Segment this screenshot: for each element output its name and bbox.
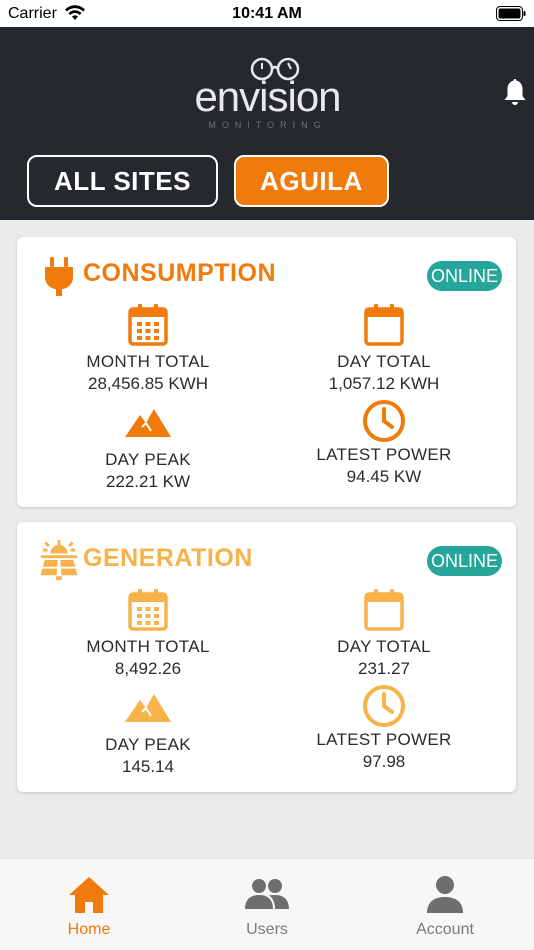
mountain-icon <box>125 694 171 722</box>
status-badge: ONLINE <box>427 261 502 291</box>
plug-icon <box>45 257 73 296</box>
status-bar: Carrier 10:41 AM <box>0 0 534 27</box>
logo-wordmark: envision <box>194 73 341 120</box>
latest-power-metric: LATEST POWER 94.45 KW <box>274 399 494 488</box>
calendar-icon <box>364 589 404 631</box>
tab-users[interactable]: Users <box>178 859 356 950</box>
month-total-metric: MONTH TOTAL 8,492.26 <box>38 588 258 680</box>
consumption-title: CONSUMPTION <box>83 259 276 287</box>
metric-value: 1,057.12 KWH <box>328 374 440 393</box>
tab-aguila[interactable]: AGUILA <box>234 155 389 207</box>
metric-value: 222.21 KW <box>105 472 191 491</box>
app-header: envision MONITORING ALL SITES AGUILA <box>0 27 534 220</box>
metric-label: MONTH TOTAL <box>86 637 210 656</box>
day-total-metric: DAY TOTAL 1,057.12 KWH <box>274 303 494 395</box>
consumption-card[interactable]: CONSUMPTION ONLINE MONTH TOTAL 28,456.85… <box>17 237 516 507</box>
tab-account[interactable]: Account <box>356 859 534 950</box>
tab-label: Users <box>246 921 288 938</box>
solar-panel-icon <box>40 540 78 581</box>
clock-icon <box>363 685 405 727</box>
metric-value: 231.27 <box>358 659 410 678</box>
bottom-tab-bar: Home Users Account <box>0 858 534 950</box>
metric-value: 145.14 <box>122 757 174 776</box>
metric-value: 94.45 KW <box>346 467 422 486</box>
metric-label: MONTH TOTAL <box>86 352 210 371</box>
generation-card[interactable]: GENERATION ONLINE MONTH TOTAL 8,492.26 D… <box>17 522 516 792</box>
home-icon <box>69 877 109 913</box>
latest-power-metric: LATEST POWER 97.98 <box>274 684 494 773</box>
metric-value: 97.98 <box>362 752 406 771</box>
metric-label: DAY PEAK <box>105 735 191 754</box>
clock-icon <box>363 400 405 442</box>
users-icon <box>245 879 289 909</box>
day-peak-metric: DAY PEAK 222.21 KW <box>38 405 258 493</box>
metric-label: LATEST POWER <box>316 730 452 749</box>
metric-label: LATEST POWER <box>316 445 452 464</box>
battery-icon <box>496 6 526 21</box>
metric-value: 8,492.26 <box>114 659 182 678</box>
metric-label: DAY TOTAL <box>337 352 431 371</box>
tab-label: Home <box>67 921 111 938</box>
account-icon <box>427 876 463 913</box>
logo-subtitle: MONITORING <box>208 120 327 130</box>
mountain-icon <box>125 409 171 437</box>
metric-value: 28,456.85 KWH <box>87 374 208 393</box>
day-peak-metric: DAY PEAK 145.14 <box>38 690 258 778</box>
bell-icon[interactable] <box>502 77 528 107</box>
tab-all-sites[interactable]: ALL SITES <box>27 155 218 207</box>
calendar-grid-icon <box>128 304 168 346</box>
tab-home[interactable]: Home <box>0 859 178 950</box>
month-total-metric: MONTH TOTAL 28,456.85 KWH <box>38 303 258 395</box>
generation-title: GENERATION <box>83 544 253 572</box>
day-total-metric: DAY TOTAL 231.27 <box>274 588 494 680</box>
calendar-grid-icon <box>128 589 168 631</box>
status-time: 10:41 AM <box>232 5 302 22</box>
metric-label: DAY TOTAL <box>337 637 431 656</box>
tab-label: Account <box>416 921 474 938</box>
status-badge: ONLINE <box>427 546 502 576</box>
metric-label: DAY PEAK <box>105 450 191 469</box>
envision-logo: envision MONITORING <box>185 57 350 130</box>
calendar-icon <box>364 304 404 346</box>
